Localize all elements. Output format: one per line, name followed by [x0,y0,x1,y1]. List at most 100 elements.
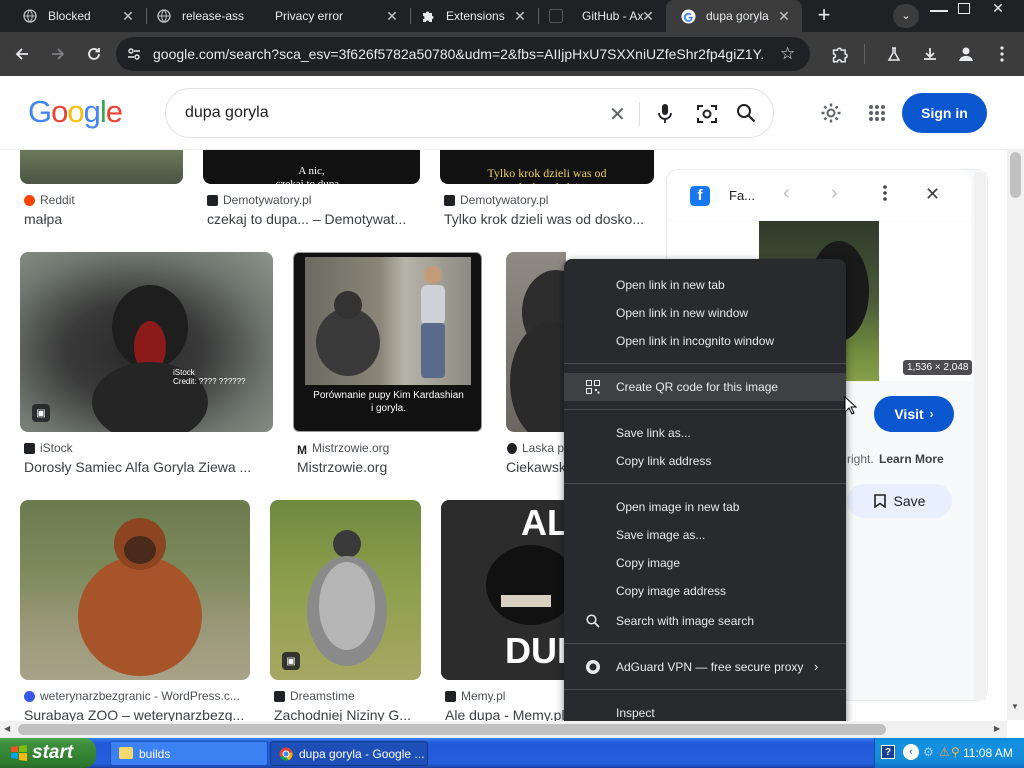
close-icon[interactable]: ✕ [384,8,400,24]
google-logo[interactable]: Google [28,94,123,130]
result-image[interactable] [506,252,566,432]
result-source[interactable]: Memy.pl [445,689,505,703]
close-icon[interactable]: ✕ [776,8,792,24]
taskbar-button-chrome[interactable]: dupa goryla - Google ... [270,741,428,766]
more-options-icon[interactable] [883,185,887,204]
site-info-icon[interactable] [126,46,142,65]
menu-item-open-link-new-window[interactable]: Open link in new window [564,299,846,327]
extensions-button[interactable] [826,40,854,68]
result-image[interactable]: ALE DUPA [441,500,566,680]
sign-in-button[interactable]: Sign in [902,93,987,133]
start-button[interactable]: start [0,738,96,768]
help-icon[interactable]: ? [881,745,895,759]
restore-button[interactable] [958,3,970,14]
menu-item-search-image[interactable]: Search with image search [564,607,846,635]
previous-arrow-icon[interactable]: ‹ [783,182,790,205]
result-caption[interactable]: Ciekawsk [506,459,564,475]
clear-search-icon[interactable]: ✕ [609,102,626,127]
result-source[interactable]: Demotywatory.pl [444,193,548,207]
menu-item-open-link-incognito[interactable]: Open link in incognito window [564,327,846,355]
result-caption[interactable]: Tylko krok dzieli was od dosko... [444,211,654,227]
camera-lens-icon[interactable] [696,103,718,128]
search-input[interactable]: dupa goryla [185,104,269,122]
menu-item-save-image-as[interactable]: Save image as... [564,521,846,549]
google-apps-icon[interactable] [868,104,886,125]
tray-arrow-icon[interactable]: ‹ [903,744,919,760]
minimize-button[interactable] [930,2,948,12]
result-image[interactable]: A nic, czekaj to dupa... [203,150,420,184]
tab-extensions[interactable]: Extensions ✕ [410,0,538,32]
network-icon[interactable]: ⚙ [923,745,937,759]
close-panel-icon[interactable]: ✕ [925,184,940,205]
result-source[interactable]: Demotywatory.pl [207,193,311,207]
search-icon[interactable] [736,103,756,126]
tab-github[interactable]: GitHub - Axt ✕ [538,0,666,32]
result-source[interactable]: Dreamstime [274,689,355,703]
microphone-icon[interactable] [657,103,673,128]
result-source[interactable]: M Mistrzowie.org [297,441,389,457]
panel-source-label[interactable]: Fa... [729,188,755,203]
page-vertical-scrollbar[interactable]: ▼ [1007,150,1024,720]
menu-item-copy-image[interactable]: Copy image [564,549,846,577]
close-icon[interactable]: ✕ [120,8,136,24]
browser-menu-button[interactable] [988,40,1016,68]
image-overlay-text: Tylko krok dzieli was od doskonałości [487,166,607,184]
result-image[interactable]: Tylko krok dzieli was od doskonałości [440,150,654,184]
result-image[interactable]: iStock Credit: ???? ?????? ▣ [20,252,273,432]
scrollbar-thumb[interactable] [1010,152,1021,198]
menu-item-copy-image-address[interactable]: Copy image address [564,577,846,605]
result-caption[interactable]: małpa [24,211,184,227]
tab-blocked[interactable]: Blocked ✕ [0,0,146,32]
visit-button[interactable]: Visit › [874,396,954,432]
downloads-button[interactable] [916,40,944,68]
scroll-right-arrow-icon[interactable]: ▶ [994,724,1000,733]
scroll-down-arrow-icon[interactable]: ▼ [1011,702,1019,711]
scrollbar-thumb[interactable] [18,724,886,735]
result-caption[interactable]: Mistrzowie.org [297,459,482,475]
menu-item-copy-link-address[interactable]: Copy link address [564,447,846,475]
tab-release-assets[interactable]: release-asse [146,0,264,32]
orangutan-illustration [78,518,202,676]
settings-gear-icon[interactable] [820,102,842,127]
learn-more-link[interactable]: Learn More [879,452,944,466]
taskbar-button-builds[interactable]: builds [110,741,268,766]
reload-button[interactable] [80,40,108,68]
result-image[interactable] [20,500,250,680]
save-button[interactable]: Save [847,484,952,518]
laska-icon [507,442,517,454]
menu-item-adguard-vpn[interactable]: AdGuard VPN — free secure proxy › [564,653,846,681]
search-tray-icon[interactable]: ⚲ [951,745,961,759]
close-window-button[interactable]: ✕ [988,0,1008,18]
result-caption[interactable]: Dorosły Samiec Alfa Goryla Ziewa ... [24,459,274,475]
forward-button[interactable] [44,40,72,68]
scroll-left-arrow-icon[interactable]: ◀ [4,724,10,733]
page-horizontal-scrollbar[interactable]: ◀ ▶ [0,721,1007,738]
back-button[interactable] [8,40,36,68]
result-image[interactable]: Porównanie pupy Kim Kardashian i goryla. [293,252,482,432]
tab-privacy-error[interactable]: Privacy error ✕ [264,0,410,32]
new-tab-button[interactable]: + [812,4,836,28]
menu-item-save-link-as[interactable]: Save link as... [564,419,846,447]
menu-item-open-image-new-tab[interactable]: Open image in new tab [564,493,846,521]
result-image[interactable] [20,150,183,184]
next-arrow-icon[interactable]: › [831,182,838,205]
result-source[interactable]: Reddit [24,193,75,207]
meme-bottom-text: DUPA [505,630,566,671]
menu-item-open-link-new-tab[interactable]: Open link in new tab [564,271,846,299]
result-source[interactable]: weterynarzbezgranic - WordPress.c... [24,689,240,703]
close-icon[interactable]: ✕ [640,8,656,24]
bookmark-star-icon[interactable]: ☆ [780,44,795,64]
result-image[interactable]: ▣ [270,500,421,680]
address-bar[interactable]: google.com/search?sca_esv=3f626f5782a507… [116,37,810,71]
result-caption[interactable]: czekaj to dupa... – Demotywat... [207,211,420,227]
result-source[interactable]: Laska p [507,441,564,455]
result-source[interactable]: iStock [24,441,73,455]
profile-button[interactable] [952,40,980,68]
search-box[interactable]: dupa goryla ✕ [165,88,774,138]
labs-button[interactable] [880,40,908,68]
menu-item-create-qr-code[interactable]: Create QR code for this image [564,373,846,401]
tab-dupa-goryla[interactable]: dupa goryla ✕ [666,0,802,32]
close-icon[interactable]: ✕ [512,8,528,24]
tab-search-button[interactable]: ⌄ [893,4,919,28]
panel-scrollbar[interactable] [974,172,986,700]
